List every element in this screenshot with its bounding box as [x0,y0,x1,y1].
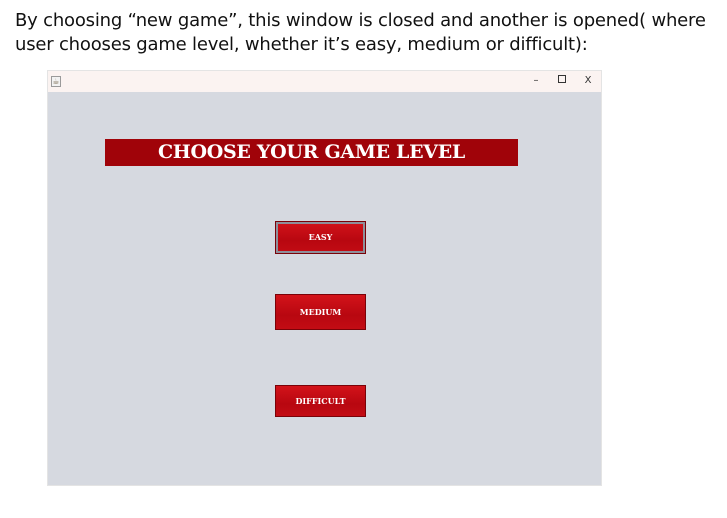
difficult-button[interactable]: DIFFICULT [275,385,366,417]
maximize-button[interactable] [555,74,569,88]
window-titlebar: ☕ – X [48,71,601,92]
close-icon: X [584,75,592,86]
close-button[interactable]: X [581,74,595,88]
caption-text: By choosing “new game”, this window is c… [15,10,706,55]
java-cup-icon: ☕ [51,76,61,87]
game-level-window: ☕ – X CHOOSE YOUR GAME LEVEL EASY MEDIUM… [48,71,601,485]
medium-button[interactable]: MEDIUM [275,294,366,330]
page-title: CHOOSE YOUR GAME LEVEL [105,139,518,166]
minimize-icon: – [533,75,539,86]
maximize-icon [558,75,566,83]
minimize-button[interactable]: – [529,74,543,88]
easy-button[interactable]: EASY [275,221,366,254]
